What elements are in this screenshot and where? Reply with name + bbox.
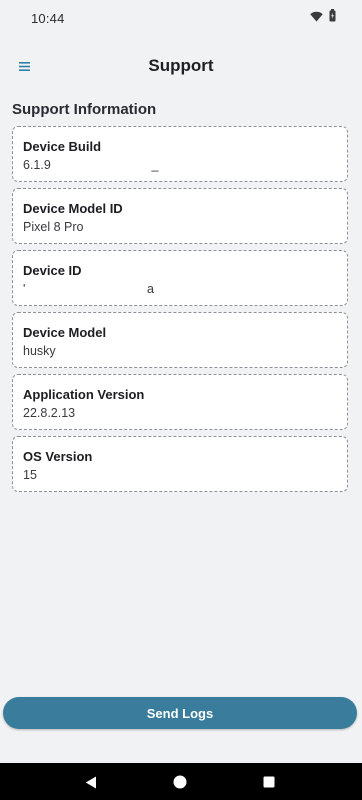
card-device-model-id: Device Model ID Pixel 8 Pro xyxy=(12,188,348,244)
recents-icon[interactable] xyxy=(260,773,278,791)
send-logs-button[interactable]: Send Logs xyxy=(3,697,357,729)
card-value: 22.8.2.13 xyxy=(23,406,76,420)
card-value: ' a xyxy=(23,282,154,296)
status-time: 10:44 xyxy=(31,10,65,26)
support-screen: 10:44 Support Support Information Device… xyxy=(0,0,362,800)
top-app-bar: Support xyxy=(0,44,362,88)
card-label: OS Version xyxy=(23,449,93,464)
card-device-id: Device ID ' a xyxy=(12,250,348,306)
system-nav-bar xyxy=(0,763,362,800)
card-value: 6.1.9 _ xyxy=(23,158,159,172)
wifi-icon xyxy=(310,9,323,27)
support-info-list: Device Build 6.1.9 _ Device Model ID Pix… xyxy=(12,126,348,498)
battery-icon xyxy=(329,9,336,27)
card-label: Device Model ID xyxy=(23,201,123,216)
back-icon[interactable] xyxy=(82,773,100,791)
card-value: Pixel 8 Pro xyxy=(23,220,84,234)
card-label: Device ID xyxy=(23,263,82,278)
card-label: Application Version xyxy=(23,387,145,402)
section-title: Support Information xyxy=(12,101,157,118)
home-icon[interactable] xyxy=(171,773,189,791)
hamburger-menu-icon[interactable] xyxy=(14,56,34,76)
card-device-build: Device Build 6.1.9 _ xyxy=(12,126,348,182)
card-device-model: Device Model husky xyxy=(12,312,348,368)
status-bar: 10:44 xyxy=(0,0,362,36)
card-value: husky xyxy=(23,344,56,358)
status-icons xyxy=(310,9,336,27)
card-os-version: OS Version 15 xyxy=(12,436,348,492)
card-application-version: Application Version 22.8.2.13 xyxy=(12,374,348,430)
page-title: Support xyxy=(148,56,214,75)
card-label: Device Model xyxy=(23,325,107,340)
card-value: 15 xyxy=(23,468,37,482)
card-label: Device Build xyxy=(23,139,102,154)
